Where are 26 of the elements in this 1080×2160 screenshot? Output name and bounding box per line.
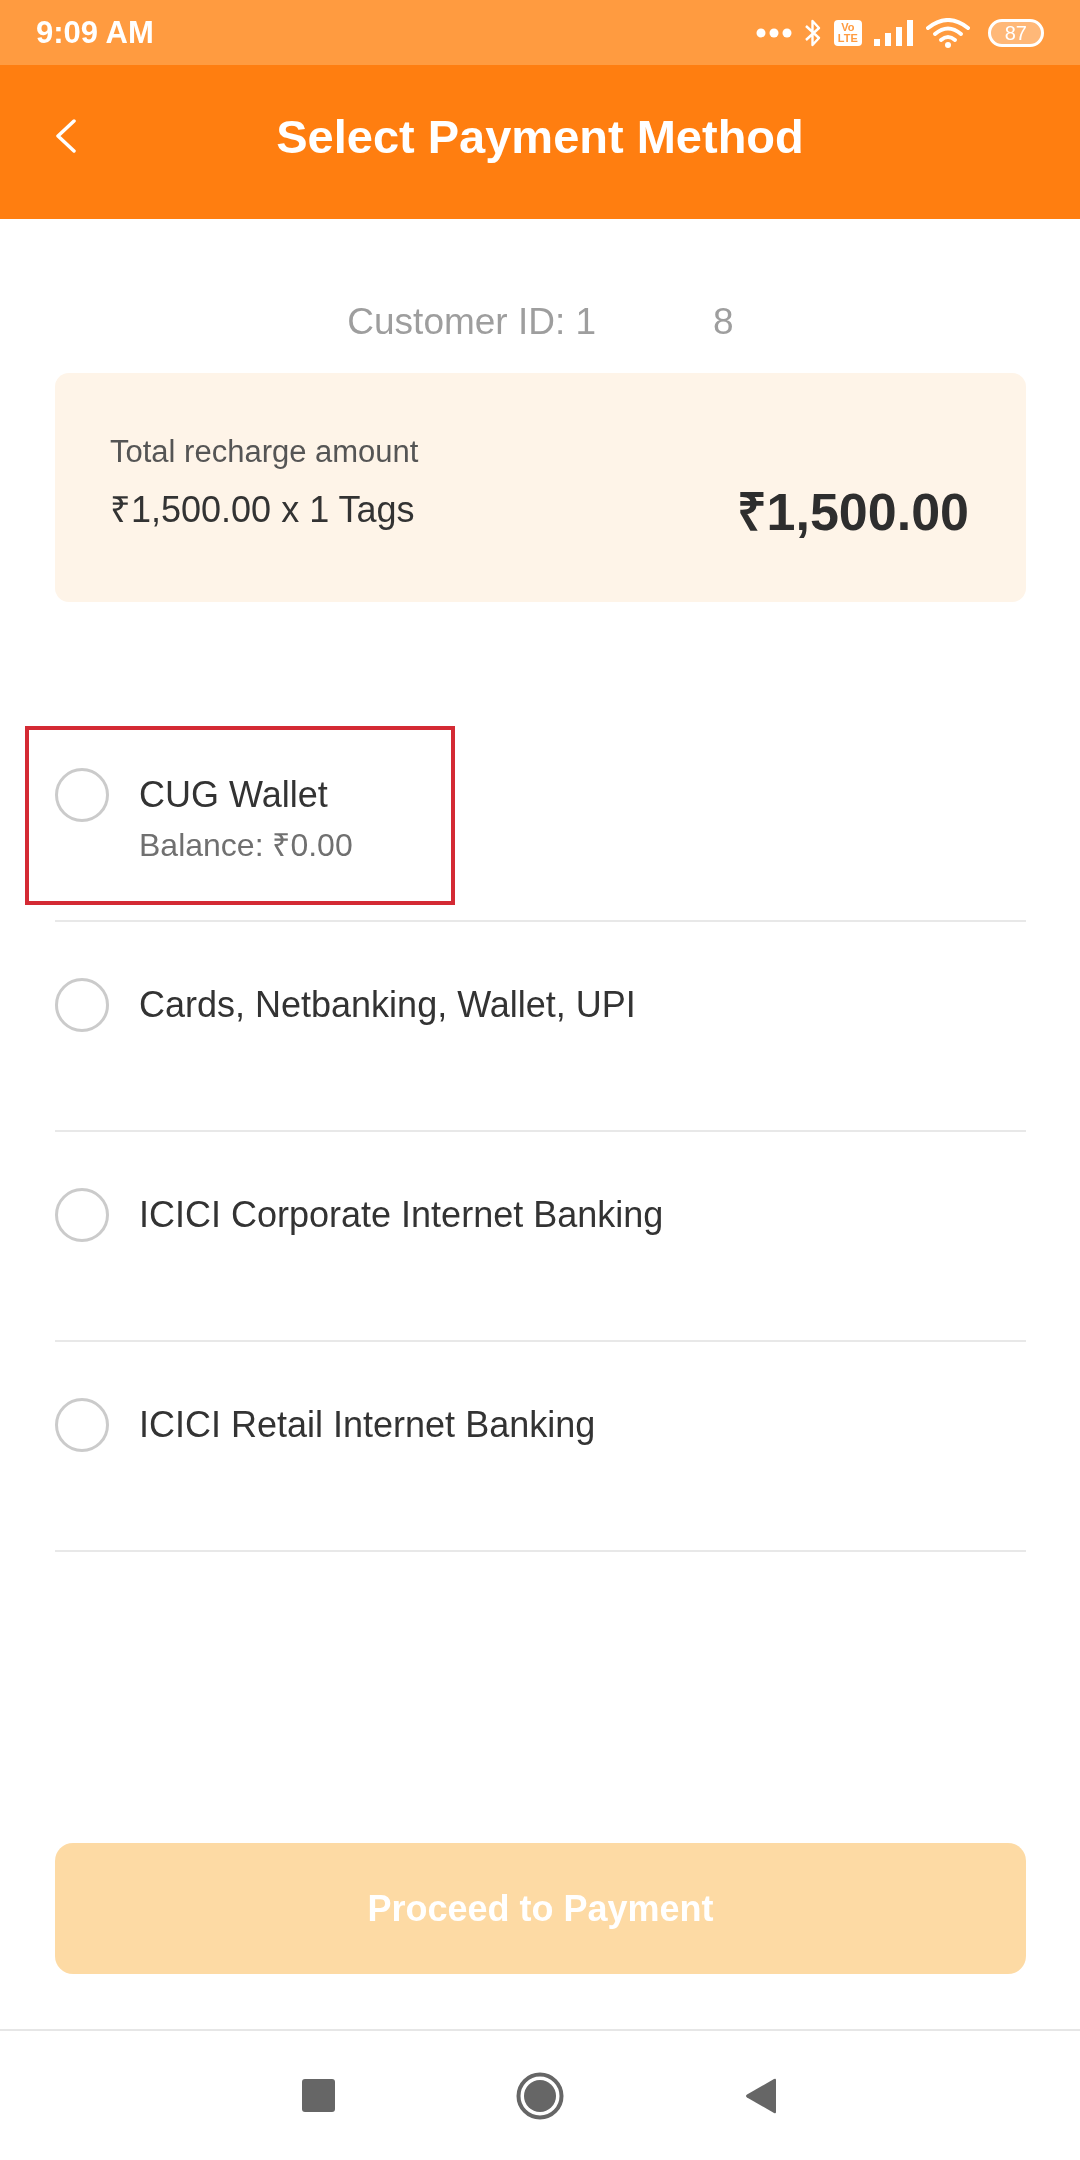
status-time: 9:09 AM <box>36 14 154 51</box>
back-icon[interactable] <box>55 119 77 153</box>
home-icon[interactable] <box>516 2071 564 2120</box>
recents-icon[interactable] <box>302 2079 335 2112</box>
balance-text: Balance: ₹0.00 <box>139 826 353 864</box>
radio-button[interactable] <box>55 1188 109 1242</box>
radio-button[interactable] <box>55 768 109 822</box>
back-icon[interactable] <box>745 2077 778 2114</box>
total-amount: ₹1,500.00 <box>736 482 969 542</box>
signal-icon <box>873 19 914 46</box>
radio-button[interactable] <box>55 978 109 1032</box>
bluetooth-icon <box>803 17 822 48</box>
network-badge: Vo LTE <box>833 19 862 46</box>
radio-button[interactable] <box>55 1398 109 1452</box>
battery-indicator: 87 <box>987 18 1044 47</box>
customer-id-text: Customer ID: 1 <box>347 300 597 344</box>
summary-label: Total recharge amount <box>110 433 419 471</box>
summary-detail: ₹1,500.00 x 1 Tags <box>110 488 416 532</box>
dots-icon <box>755 27 792 38</box>
option-label[interactable]: Cards, Netbanking, Wallet, UPI <box>139 978 636 1032</box>
option-label[interactable]: ICICI Retail Internet Banking <box>139 1398 596 1452</box>
option-label[interactable]: ICICI Corporate Internet Banking <box>139 1188 664 1242</box>
customer-id-text: 8 <box>713 300 734 344</box>
wifi-icon <box>925 17 970 48</box>
option-label[interactable]: CUG Wallet <box>139 768 353 822</box>
page-title: Select Payment Method <box>276 108 804 164</box>
